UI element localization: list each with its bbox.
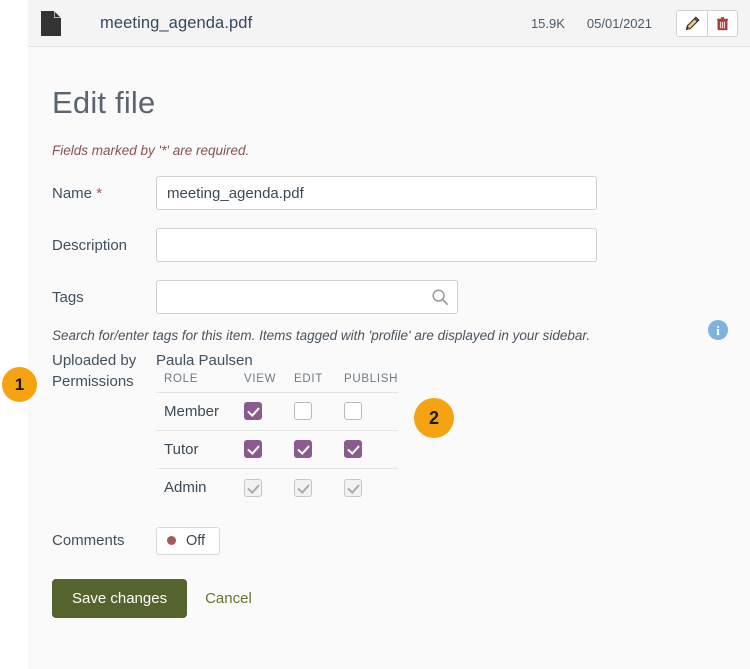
uploaded-by-label: Uploaded by <box>52 352 137 369</box>
file-size-label: 15.9K <box>530 15 565 31</box>
info-icon[interactable]: i <box>708 320 728 340</box>
role-name-member: Member <box>156 392 238 431</box>
edit-file-button[interactable] <box>677 10 707 36</box>
name-field-label: Name * <box>52 176 156 204</box>
annotation-callout-2: 2 <box>414 398 454 438</box>
checkbox-tutor-publish[interactable] <box>344 440 362 459</box>
name-input[interactable] <box>156 176 597 210</box>
description-field-row: Description <box>52 228 726 262</box>
checkbox-tutor-view[interactable] <box>244 440 262 459</box>
permissions-col-view: VIEW <box>244 373 277 385</box>
permissions-col-role: ROLE <box>164 373 199 385</box>
checkbox-member-edit[interactable] <box>294 402 312 421</box>
required-fields-note: Fields marked by '*' are required. <box>52 143 250 158</box>
permissions-row: Permissions ROLE VIEW EDIT PUBLISH Membe… <box>52 373 726 507</box>
checkbox-admin-publish <box>344 478 362 497</box>
file-document-icon <box>41 10 61 36</box>
delete-file-button[interactable] <box>707 10 737 36</box>
file-name-label: meeting_agenda.pdf <box>100 13 253 32</box>
trash-icon <box>717 16 728 30</box>
tags-input[interactable] <box>156 280 458 314</box>
tags-field-row: Tags <box>52 280 726 314</box>
annotation-callout-1: 1 <box>2 367 37 402</box>
permissions-label: Permissions <box>52 373 134 390</box>
permissions-header-row: ROLE VIEW EDIT PUBLISH <box>156 373 399 393</box>
screenshot-root: meeting_agenda.pdf 15.9K 05/01/2021 Edit… <box>0 0 750 669</box>
save-changes-button[interactable]: Save changes <box>52 578 188 618</box>
checkbox-member-view[interactable] <box>244 402 262 421</box>
role-name-tutor: Tutor <box>156 430 238 469</box>
file-date-label: 05/01/2021 <box>586 15 652 31</box>
edit-form-body: Edit file Fields marked by '*' are requi… <box>28 47 750 669</box>
status-dot-icon <box>167 536 176 545</box>
name-field-row: Name * <box>52 176 726 210</box>
permissions-table-body: Member Tutor Admin <box>156 392 399 507</box>
cancel-button[interactable]: Cancel <box>205 590 252 607</box>
file-edit-panel: meeting_agenda.pdf 15.9K 05/01/2021 Edit… <box>28 0 750 669</box>
tags-help-text: Search for/enter tags for this item. Ite… <box>52 328 591 343</box>
pencil-icon <box>685 16 699 30</box>
uploaded-by-row: Uploaded by Paula Paulsen <box>52 352 726 369</box>
file-header-bar: meeting_agenda.pdf 15.9K 05/01/2021 <box>28 0 750 47</box>
comments-label: Comments <box>52 532 125 549</box>
description-field-label: Description <box>52 237 128 254</box>
table-row: Tutor <box>156 430 399 469</box>
permissions-col-publish: PUBLISH <box>344 373 399 385</box>
comments-row: Comments Off <box>52 526 726 555</box>
permissions-col-edit: EDIT <box>294 373 323 385</box>
checkbox-admin-edit <box>294 478 312 497</box>
file-actions-group <box>676 9 738 37</box>
description-input[interactable] <box>156 228 597 262</box>
page-title: Edit file <box>52 85 156 120</box>
comments-toggle-state: Off <box>186 532 206 549</box>
role-name-admin: Admin <box>156 468 238 507</box>
form-actions: Save changes Cancel <box>52 578 726 618</box>
checkbox-tutor-edit[interactable] <box>294 440 312 459</box>
permissions-table-head: ROLE VIEW EDIT PUBLISH <box>156 373 399 393</box>
table-row: Member <box>156 392 399 431</box>
name-label-text: Name <box>52 185 93 202</box>
uploaded-by-value: Paula Paulsen <box>156 352 253 369</box>
table-row: Admin <box>156 468 399 507</box>
comments-toggle[interactable]: Off <box>156 526 221 555</box>
permissions-table: ROLE VIEW EDIT PUBLISH Member Tutor Admi… <box>156 373 399 507</box>
name-required-marker: * <box>96 185 103 202</box>
checkbox-member-publish[interactable] <box>344 402 362 421</box>
tags-field-label: Tags <box>52 289 84 306</box>
tags-input-wrapper <box>156 280 458 314</box>
checkbox-admin-view <box>244 478 262 497</box>
